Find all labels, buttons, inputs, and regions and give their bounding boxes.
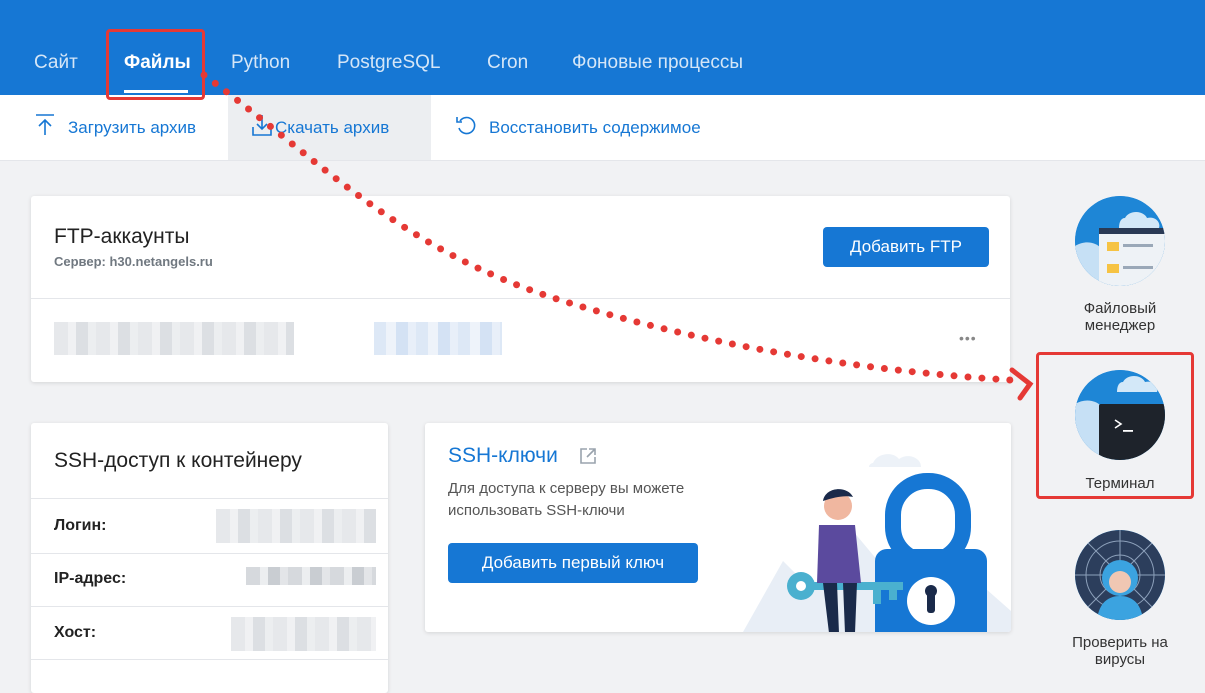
annotation-arrow xyxy=(200,71,1034,401)
